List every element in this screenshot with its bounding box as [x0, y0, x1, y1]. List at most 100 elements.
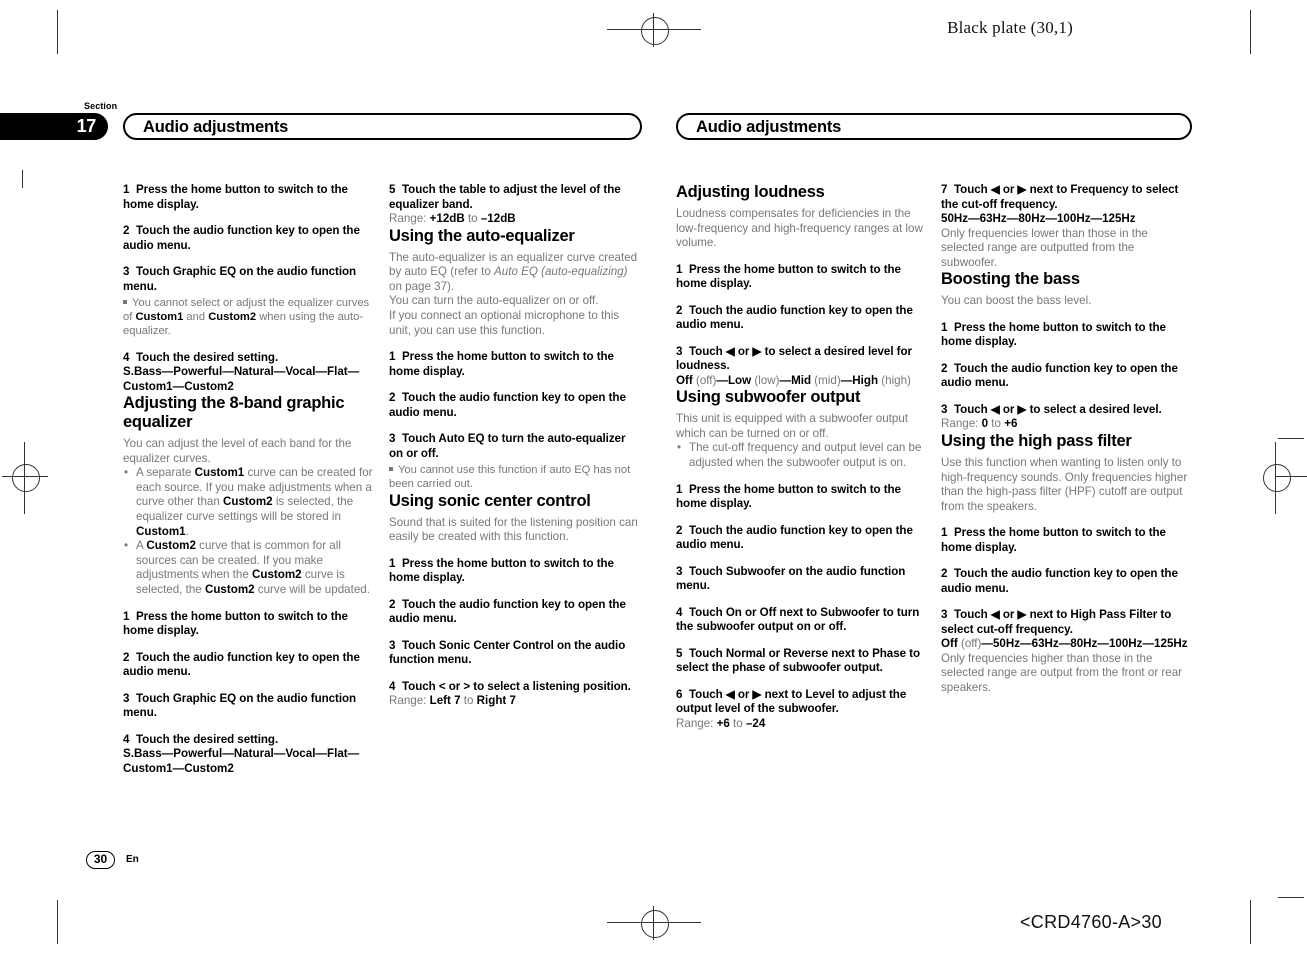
- section-intro-3: If you connect an optional microphone to…: [389, 308, 620, 337]
- bullet-text-4: curve will be updated.: [254, 583, 370, 597]
- language-code: En: [126, 854, 139, 865]
- step-line: 1 Press the home button to switch to the …: [676, 483, 926, 512]
- section-heading: Using the auto-equalizer: [389, 226, 575, 245]
- option-list: Off (off)—50Hz—63Hz—80Hz—100Hz—125Hz: [941, 637, 1191, 652]
- option-off-dim: (off): [692, 373, 717, 387]
- step-line: 3 Touch Auto EQ to turn the auto-equalize…: [389, 432, 639, 461]
- crop-line-bottom-left: [57, 900, 58, 944]
- step-number: 4: [123, 350, 130, 364]
- step-number: 2: [676, 303, 683, 317]
- step-block: 1 Press the home button to switch to the …: [389, 557, 639, 586]
- step-number: 2: [941, 567, 948, 581]
- crop-line-top-right: [1250, 10, 1251, 54]
- section-number: 17: [76, 116, 97, 136]
- option-sep: —: [716, 373, 728, 387]
- note-bold-2: Custom2: [208, 311, 257, 324]
- range-label: Range:: [676, 716, 717, 730]
- option-frequencies: —50Hz—63Hz—80Hz—100Hz—125Hz: [981, 637, 1188, 651]
- step-number: 3: [389, 432, 396, 446]
- step-line: 4 Touch < or > to select a listening posi…: [389, 680, 639, 695]
- step-number: 5: [389, 183, 396, 196]
- option-list: S.Bass—Powerful—Natural—Vocal—Flat—Custo…: [123, 365, 360, 393]
- range-to-word: to: [460, 694, 477, 708]
- step-number: 7: [941, 183, 948, 196]
- running-header-left: Audio adjustments: [123, 113, 642, 140]
- step-number: 1: [941, 526, 948, 540]
- column-3: Adjusting loudness Loudness compensates …: [676, 183, 926, 731]
- step-number: 3: [389, 638, 396, 652]
- section-intro: This unit is equipped with a subwoofer o…: [676, 412, 909, 440]
- step-line: 2 Touch the audio function key to open th…: [941, 567, 1191, 596]
- crop-line-bottom-right: [1250, 900, 1251, 944]
- square-bullet-icon: [123, 300, 127, 304]
- page-number: 30: [86, 851, 115, 869]
- range-to: Right 7: [476, 694, 516, 708]
- step-line: 5 Touch Normal or Reverse next to Phase t…: [676, 647, 926, 676]
- step-text: Touch < or > to select a listening posit…: [402, 679, 631, 693]
- square-bullet-icon: [389, 467, 393, 472]
- step-line: 3 Touch ◀ or ▶ next to High Pass Filter t…: [941, 608, 1191, 637]
- step-line: 4 Touch the desired setting.: [123, 733, 373, 748]
- bullet-list: A separate Custom1 curve can be created …: [123, 466, 373, 597]
- step-block: 4 Touch the desired setting. S.Bass—Power…: [123, 733, 373, 777]
- bullet-bold-1: Custom2: [146, 539, 196, 553]
- registration-mark-top-center: [607, 13, 701, 47]
- step-text: Press the home button to switch to the h…: [123, 609, 348, 638]
- step-line: 5 Touch the table to adjust the level of …: [389, 183, 639, 212]
- option-sep: —: [779, 373, 792, 387]
- section-intro-2: You can turn the auto-equalizer on or of…: [389, 294, 599, 308]
- range-from: +12dB: [429, 212, 465, 225]
- step-block: 2 Touch the audio function key to open th…: [123, 651, 373, 680]
- step-number: 3: [123, 691, 130, 705]
- intro-part-b: on page 37).: [389, 279, 455, 293]
- step-block: 3 Touch Graphic EQ on the audio function …: [123, 692, 373, 721]
- bullet-bold-3: Custom1: [136, 524, 186, 538]
- range-from: +6: [716, 716, 730, 730]
- range-to: –12dB: [480, 212, 516, 225]
- option-off: Off: [941, 637, 958, 651]
- section-heading: Using subwoofer output: [676, 388, 861, 407]
- section-intro: You can adjust the level of each band fo…: [123, 437, 352, 465]
- range-line: Range: +12dB to –12dB: [389, 212, 639, 227]
- step-number: 3: [676, 564, 683, 578]
- section-heading: Adjusting loudness: [676, 183, 825, 201]
- range-to-word: to: [729, 716, 746, 730]
- step-line: 1 Press the home button to switch to the …: [676, 263, 926, 292]
- registration-mark-left: [2, 442, 48, 514]
- step-line: 1 Press the home button to switch to the …: [123, 183, 373, 212]
- step-text: Touch ◀ or ▶ next to Frequency to select…: [941, 183, 1179, 211]
- option-list: Off (off)—Low (low)—Mid (mid)—High (high…: [676, 374, 926, 389]
- step-number: 4: [676, 605, 683, 619]
- range-line: Range: Left 7 to Right 7: [389, 694, 639, 709]
- step-number: 3: [941, 608, 948, 622]
- step-block: 1 Press the home button to switch to the …: [123, 610, 373, 639]
- bullet-text-1: A separate: [136, 466, 195, 480]
- section-intro: Use this function when wanting to listen…: [941, 455, 1188, 513]
- step-number: 1: [123, 609, 130, 623]
- step-block: 1 Press the home button to switch to the …: [676, 263, 926, 292]
- step-text: Touch Graphic EQ on the audio function m…: [123, 265, 357, 293]
- section-tab: 17: [0, 113, 108, 140]
- step-text: Touch the audio function key to open the…: [676, 303, 913, 332]
- section-intro: Sound that is suited for the listening p…: [389, 515, 638, 544]
- crop-tick-left: [22, 170, 23, 188]
- option-high: High: [852, 373, 879, 387]
- black-plate-label: Black plate (30,1): [947, 18, 1073, 37]
- step-block: 1 Press the home button to switch to the …: [941, 526, 1191, 555]
- step-block: 2 Touch the audio function key to open th…: [676, 304, 926, 333]
- step-block: 5 Touch the table to adjust the level of …: [389, 183, 639, 227]
- step-text: Touch ◀ or ▶ to select a desired level.: [954, 402, 1162, 416]
- section-heading: Boosting the bass: [941, 270, 1080, 289]
- range-to: –24: [745, 716, 766, 730]
- step-block: 4 Touch On or Off next to Subwoofer to tu…: [676, 606, 926, 635]
- step-line: 4 Touch On or Off next to Subwoofer to tu…: [676, 606, 926, 635]
- bullet-bold-2: Custom2: [252, 568, 302, 582]
- running-header-right: Audio adjustments: [676, 113, 1192, 140]
- registration-mark-bottom-center: [607, 906, 701, 940]
- step-text: Press the home button to switch to the h…: [676, 482, 901, 511]
- step-note: Only frequencies lower than those in the…: [941, 226, 1148, 269]
- step-block: 1 Press the home button to switch to the …: [389, 350, 639, 379]
- step-number: 2: [941, 361, 948, 375]
- running-header-right-title: Audio adjustments: [696, 118, 842, 136]
- range-to-word: to: [988, 417, 1005, 431]
